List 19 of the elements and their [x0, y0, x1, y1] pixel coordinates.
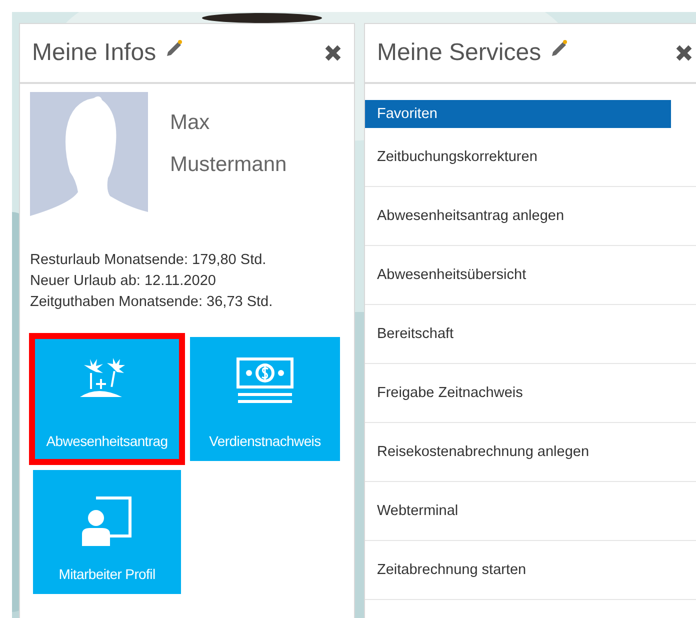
service-item[interactable]: Webterminal — [365, 482, 696, 541]
person-silhouette-icon — [30, 92, 148, 228]
service-item[interactable]: Freigabe Zeitnachweis — [365, 364, 696, 423]
service-item[interactable]: Bereitschaft — [365, 305, 696, 364]
info-text: Resturlaub Monatsende: 179,80 Std. — [30, 251, 268, 270]
edit-icon[interactable] — [549, 39, 570, 59]
edit-icon[interactable] — [164, 39, 184, 59]
group-header: Favoriten — [365, 100, 671, 128]
service-item[interactable]: Zeitbuchungskorrekturen — [365, 128, 696, 187]
info-text: Neuer Urlaub ab: 12.11.2020 — [30, 272, 217, 291]
panel-title: Meine Infos — [32, 39, 156, 67]
service-item[interactable]: Abwesenheitsübersicht — [365, 246, 696, 305]
info-text: Zeitguthaben Monatsende: 36,73 Std. — [30, 293, 274, 312]
service-item[interactable]: Reisekostenabrechnung anlegen — [365, 423, 696, 482]
person-name: Mustermann — [170, 152, 287, 178]
service-item[interactable]: Abwesenheitsantrag anlegen — [365, 187, 696, 246]
person-name: Max — [170, 110, 211, 136]
panel-title: Meine Services — [377, 39, 542, 67]
service-item[interactable]: Zeitabrechnung starten — [365, 541, 696, 600]
